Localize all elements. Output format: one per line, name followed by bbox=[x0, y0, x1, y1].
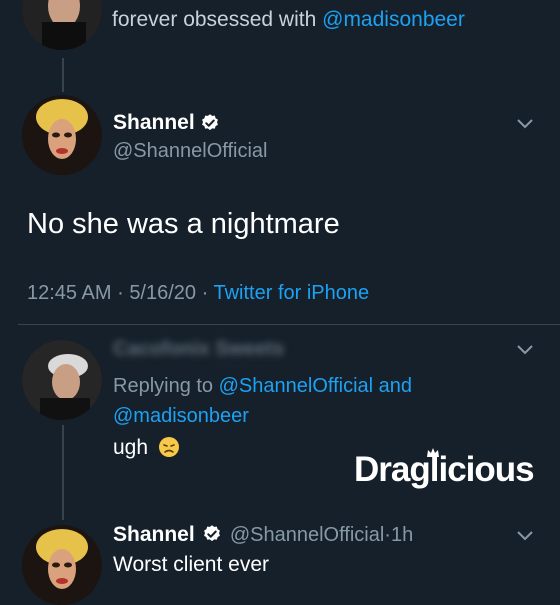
disappointed-emoji-icon bbox=[158, 436, 180, 458]
avatar-image bbox=[22, 95, 102, 175]
mention-shannelofficial[interactable]: @ShannelOfficial bbox=[219, 375, 373, 397]
avatar-madison[interactable] bbox=[22, 0, 102, 50]
watermark-part1: Drag bbox=[354, 450, 431, 489]
reply-body: ugh bbox=[113, 436, 180, 460]
mention-madisonbeer[interactable]: @madisonbeer bbox=[113, 405, 249, 427]
reply-time[interactable]: 1h bbox=[391, 524, 413, 546]
chevron-down-icon[interactable] bbox=[516, 118, 534, 130]
previous-tweet-text: forever obsessed with @madisonbeer bbox=[112, 8, 465, 32]
crown-icon bbox=[427, 448, 439, 457]
thread-connector bbox=[62, 425, 64, 520]
watermark-part2: licious bbox=[429, 450, 535, 489]
thread-connector bbox=[62, 58, 64, 92]
avatar-image bbox=[22, 340, 102, 420]
avatar-image bbox=[22, 0, 102, 50]
avatar-shannel[interactable] bbox=[22, 95, 102, 175]
chevron-down-icon[interactable] bbox=[516, 344, 534, 356]
dragalicious-watermark: Draglicious bbox=[354, 448, 535, 490]
display-name: Shannel bbox=[113, 111, 195, 134]
replying-to: Replying to @ShannelOfficial and @madiso… bbox=[113, 371, 513, 431]
tweet-date[interactable]: 5/16/20 bbox=[129, 282, 196, 304]
chevron-down-icon[interactable] bbox=[516, 530, 534, 542]
avatar-shannel[interactable] bbox=[22, 525, 102, 605]
verified-badge-icon bbox=[202, 114, 218, 131]
tweet-source[interactable]: Twitter for iPhone bbox=[213, 282, 369, 304]
reply-text: ugh bbox=[113, 436, 149, 459]
meta-separator: · bbox=[384, 524, 391, 546]
tweet-meta: 12:45 AM · 5/16/20 · Twitter for iPhone bbox=[27, 282, 369, 305]
avatar-image bbox=[22, 525, 102, 605]
author-handle[interactable]: @ShannelOfficial bbox=[113, 140, 267, 163]
reply2-header: Shannel @ShannelOfficial·1h bbox=[113, 523, 413, 547]
previous-tweet-prefix: forever obsessed with bbox=[112, 8, 317, 31]
tweet-time[interactable]: 12:45 AM bbox=[27, 282, 112, 304]
divider bbox=[18, 324, 560, 325]
meta-separator: · bbox=[201, 282, 209, 304]
author-name[interactable]: Shannel bbox=[113, 111, 195, 135]
reply-author-blurred[interactable]: Cacofonix Sweets bbox=[113, 338, 284, 361]
avatar-reply-user[interactable] bbox=[22, 340, 102, 420]
replying-to-label: Replying to bbox=[113, 375, 214, 397]
author-handle[interactable]: @ShannelOfficial bbox=[230, 524, 384, 546]
verified-badge-icon bbox=[202, 524, 222, 544]
reply2-body: Worst client ever bbox=[113, 553, 269, 576]
mention-madisonbeer[interactable]: @madisonbeer bbox=[322, 8, 465, 31]
and-label: and bbox=[378, 375, 413, 397]
display-name[interactable]: Shannel bbox=[113, 523, 195, 546]
tweet-body: No she was a nightmare bbox=[27, 208, 340, 240]
meta-separator: · bbox=[117, 282, 124, 304]
